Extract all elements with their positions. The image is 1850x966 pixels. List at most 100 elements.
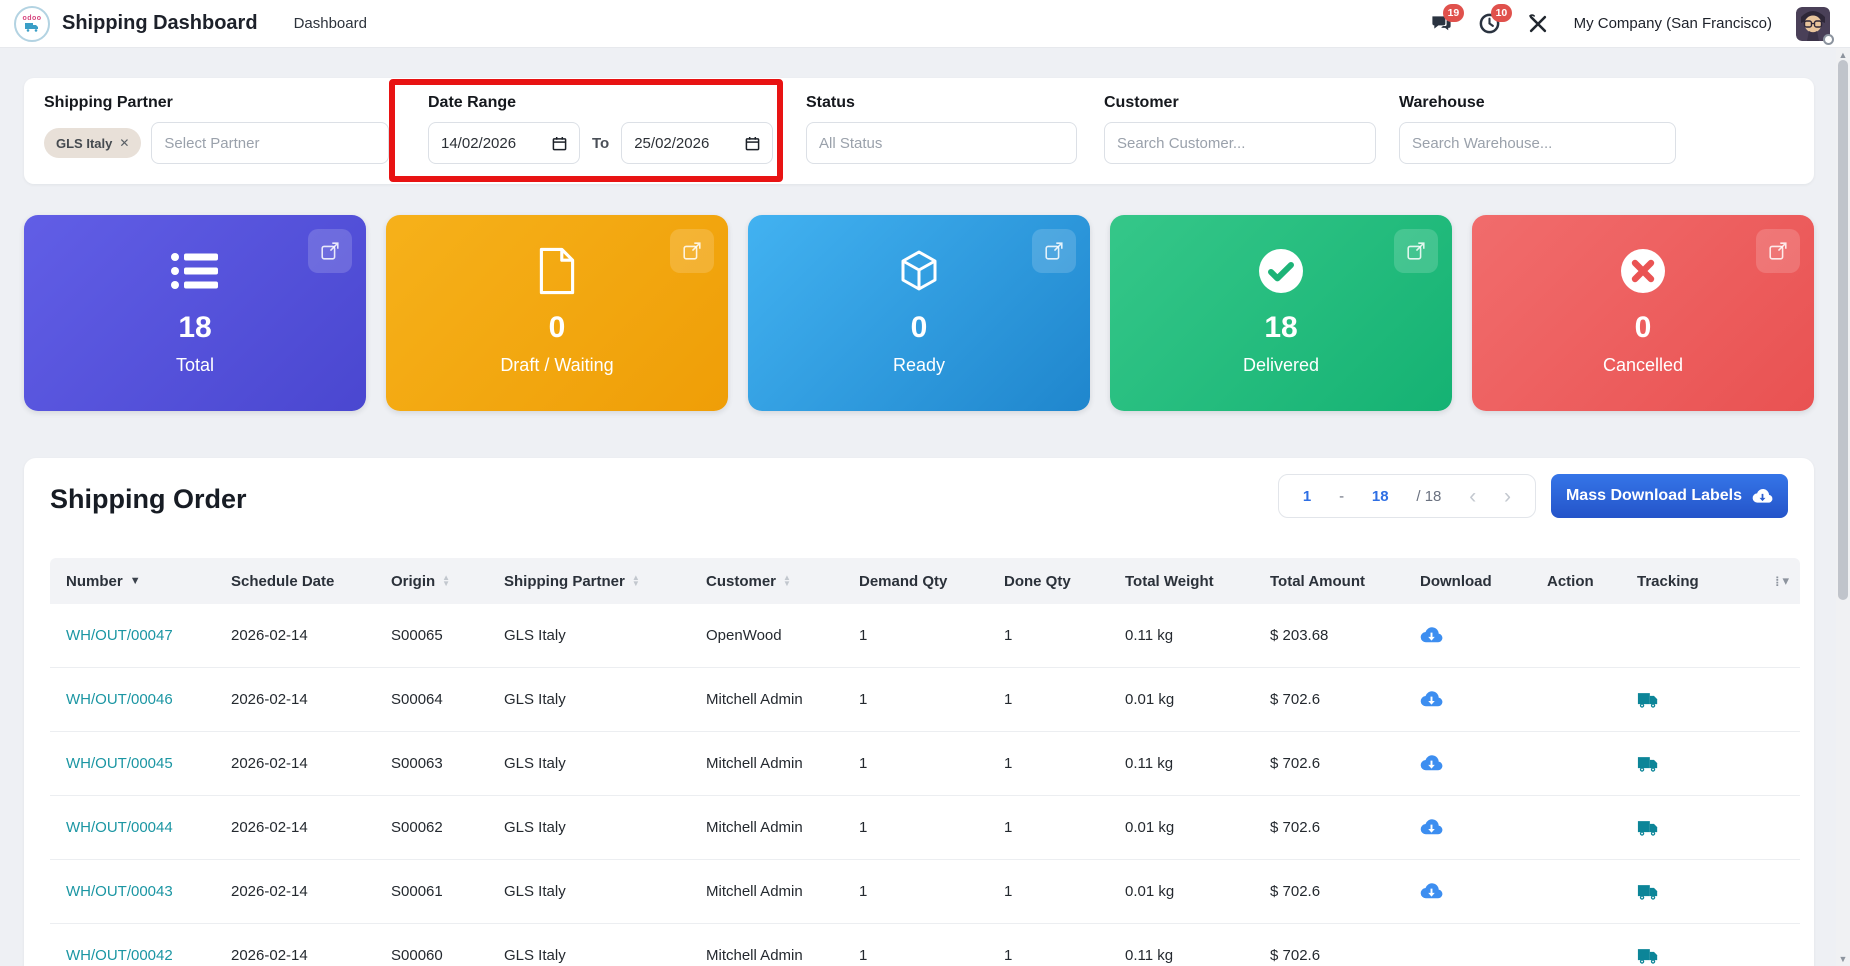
pagination: 1 - 18 / 18 ‹ › [1278,474,1536,518]
col-total-amount: Total Amount [1270,572,1365,590]
chevron-left-icon[interactable]: ‹ [1469,486,1476,507]
origin-cell: S00064 [391,691,443,708]
open-delivered-button[interactable] [1394,229,1438,273]
tracking-button[interactable] [1637,947,1757,965]
tracking-button[interactable] [1637,819,1757,837]
column-options-icon[interactable]: ⁞ ▾ [1775,573,1800,589]
download-label-button[interactable] [1420,754,1547,773]
col-customer[interactable]: Customer ▲ ▼ [706,573,859,590]
chip-remove-icon[interactable]: ✕ [119,136,129,150]
partner-select-input[interactable] [151,122,390,164]
company-switcher[interactable]: My Company (San Francisco) [1574,15,1772,32]
demand-qty-cell: 1 [859,819,868,836]
col-schedule-date[interactable]: Schedule Date [231,573,391,590]
tracking-button[interactable] [1637,883,1757,901]
stat-draft-value: 0 [548,311,566,344]
stat-card-ready[interactable]: 0 Ready [748,215,1090,411]
col-origin[interactable]: Origin ▲ ▼ [391,573,504,590]
download-label-button[interactable] [1420,690,1547,709]
order-table-header: Number ▼ Schedule Date Origin ▲ ▼ Shippin… [50,558,1800,604]
open-draft-button[interactable] [670,229,714,273]
shipping-partner-cell: GLS Italy [504,819,566,836]
order-number-link[interactable]: WH/OUT/00042 [66,947,231,964]
order-table-row[interactable]: WH/OUT/00042 2026-02-14 S00060 GLS Italy… [50,924,1800,966]
order-number-link[interactable]: WH/OUT/00046 [66,691,231,708]
chevron-right-icon[interactable]: › [1504,486,1511,507]
shipping-partner-cell: GLS Italy [504,883,566,900]
col-number[interactable]: Number ▼ [66,573,231,590]
order-number-link[interactable]: WH/OUT/00043 [66,883,231,900]
order-number-link[interactable]: WH/OUT/00044 [66,819,231,836]
stat-card-delivered[interactable]: 18 Delivered [1110,215,1452,411]
shipping-order-panel: Shipping Order 1 - 18 / 18 ‹ › Mass Down… [24,458,1814,966]
open-cancelled-button[interactable] [1756,229,1800,273]
date-range-filter: Date Range 14/02/2026 To 25/02/2026 [428,94,774,164]
order-table-row[interactable]: WH/OUT/00046 2026-02-14 S00064 GLS Italy… [50,668,1800,732]
stat-card-draft-waiting[interactable]: 0 Draft / Waiting [386,215,728,411]
date-to-input[interactable]: 25/02/2026 [621,122,774,164]
stat-card-cancelled[interactable]: 0 Cancelled [1472,215,1814,411]
customer-cell: Mitchell Admin [706,947,803,964]
order-table-row[interactable]: WH/OUT/00044 2026-02-14 S00062 GLS Italy… [50,796,1800,860]
x-circle-icon [1621,249,1665,293]
customer-search-input[interactable] [1104,122,1376,164]
status-label: Status [806,94,855,111]
warehouse-filter: Warehouse [1399,94,1676,164]
sort-icon: ▲ ▼ [631,573,640,588]
col-shipping-partner[interactable]: Shipping Partner ▲ ▼ [504,573,706,590]
warehouse-search-input[interactable] [1399,122,1676,164]
messages-button[interactable]: 19 [1430,3,1465,36]
scrollbar-thumb[interactable] [1838,60,1848,600]
done-qty-cell: 1 [1004,819,1013,836]
order-table-row[interactable]: WH/OUT/00047 2026-02-14 S00065 GLS Italy… [50,604,1800,668]
tracking-button[interactable] [1637,755,1757,773]
partner-chip[interactable]: GLS Italy ✕ [44,128,142,158]
truck-tracking-icon [1637,692,1658,708]
cloud-download-icon [1420,691,1443,707]
status-filter: Status All Status [806,94,1077,164]
page-scrollbar[interactable]: ▲ ▼ [1836,48,1850,966]
external-link-icon [1769,242,1787,260]
logo-text: odoo [22,15,42,22]
mass-download-labels-button[interactable]: Mass Download Labels [1551,474,1788,518]
download-label-button[interactable] [1420,626,1547,645]
order-number-link[interactable]: WH/OUT/00045 [66,755,231,772]
page-end[interactable]: 18 [1372,488,1389,505]
status-select[interactable]: All Status [806,122,1077,164]
date-from-value: 14/02/2026 [441,134,517,152]
check-circle-icon [1259,249,1303,293]
activities-button[interactable]: 10 [1478,3,1513,36]
shipping-partner-label: Shipping Partner [44,94,173,111]
activities-count-badge: 10 [1490,3,1513,22]
user-avatar[interactable] [1796,6,1834,45]
external-link-icon [683,242,701,260]
odoo-app-logo-icon[interactable]: odoo [14,5,50,42]
developer-tools-button[interactable] [1526,12,1550,36]
external-link-icon [1045,242,1063,260]
messages-count-badge: 19 [1442,3,1465,22]
download-label-button[interactable] [1420,818,1547,837]
menu-item-dashboard[interactable]: Dashboard [294,15,367,32]
total-amount-cell: $ 203.68 [1270,627,1329,644]
done-qty-cell: 1 [1004,627,1013,644]
schedule-date-cell: 2026-02-14 [231,691,308,708]
order-number-link[interactable]: WH/OUT/00047 [66,627,231,644]
download-label-button[interactable] [1420,882,1547,901]
page-start[interactable]: 1 [1303,488,1311,505]
open-total-button[interactable] [308,229,352,273]
date-range-label: Date Range [428,94,517,111]
navbar-right-group: 19 10 My Company (San Francisco) [1430,3,1834,45]
open-ready-button[interactable] [1032,229,1076,273]
scroll-down-icon[interactable]: ▼ [1836,952,1850,966]
date-from-input[interactable]: 14/02/2026 [428,122,580,164]
total-amount-cell: $ 702.6 [1270,947,1321,964]
order-table-row[interactable]: WH/OUT/00045 2026-02-14 S00063 GLS Italy… [50,732,1800,796]
tracking-button[interactable] [1637,691,1757,709]
sort-icon: ▲ ▼ [442,573,451,588]
stat-card-total[interactable]: 18 Total [24,215,366,411]
total-amount-cell: $ 702.6 [1270,819,1321,836]
cloud-download-icon [1420,755,1443,771]
schedule-date-cell: 2026-02-14 [231,755,308,772]
warehouse-label: Warehouse [1399,94,1485,111]
order-table-row[interactable]: WH/OUT/00043 2026-02-14 S00061 GLS Italy… [50,860,1800,924]
